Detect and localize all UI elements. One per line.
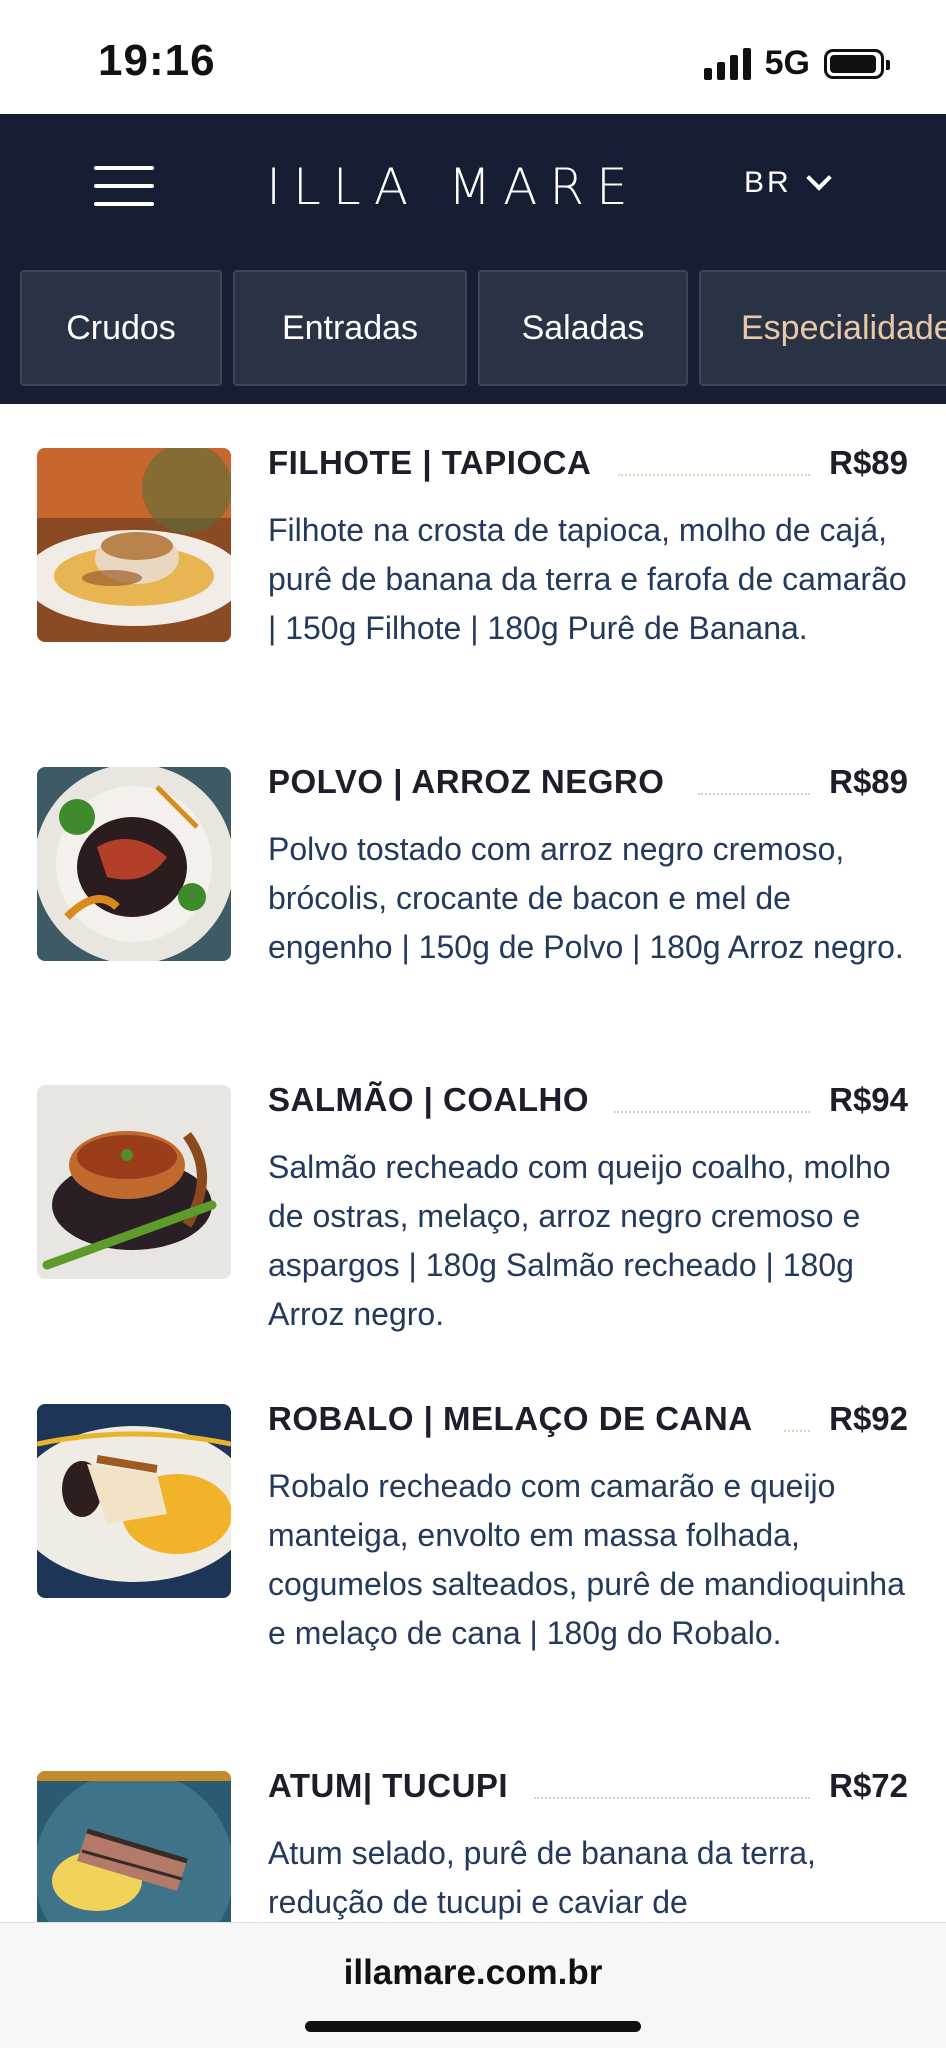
dish-price: R$89: [829, 444, 908, 481]
dish-name: POLVO | ARROZ NEGRO: [268, 763, 665, 800]
leader-dots: [698, 793, 810, 795]
browser-url-bar[interactable]: illamare.com.br: [0, 1922, 946, 2048]
dish-description: Polvo tostado com arroz negro cremoso, b…: [268, 831, 904, 965]
leader-dots: [534, 1797, 810, 1799]
dish-price: R$94: [829, 1081, 908, 1118]
battery-icon: [824, 48, 890, 79]
signal-icon: [703, 47, 751, 80]
status-indicators: 5G: [703, 44, 890, 83]
leader-dots: [614, 1111, 810, 1113]
tab-entradas[interactable]: Entradas: [233, 270, 467, 386]
dish-image: [37, 767, 231, 961]
language-label: BR: [744, 166, 792, 199]
chevron-down-icon: [805, 165, 832, 191]
leader-dots: [618, 474, 810, 476]
site-header: ILLA MARE BR: [0, 114, 946, 264]
tab-especialidades[interactable]: Especialidades: [699, 270, 946, 386]
dish-name: ATUM| TUCUPI: [268, 1767, 509, 1804]
tab-crudos[interactable]: Crudos: [20, 270, 222, 386]
network-label: 5G: [764, 44, 810, 82]
language-selector[interactable]: BR: [744, 165, 832, 200]
home-indicator[interactable]: [305, 2021, 641, 2032]
category-tabs[interactable]: Crudos Entradas Saladas Especialidades: [0, 264, 946, 404]
dish-name: ROBALO | MELAÇO DE CANA: [268, 1400, 753, 1437]
dish-price: R$92: [829, 1400, 908, 1437]
url-text[interactable]: illamare.com.br: [0, 1953, 946, 1993]
dish-name: SALMÃO | COALHO: [268, 1081, 590, 1118]
tab-saladas[interactable]: Saladas: [478, 270, 688, 386]
brand-logo-text: ILLA MARE: [266, 158, 640, 216]
dish-description: Filhote na crosta de tapioca, molho de c…: [268, 512, 907, 646]
dish-image: [37, 1085, 231, 1279]
dish-description: Atum selado, purê de banana da terra, re…: [268, 1835, 816, 1920]
dish-description: Robalo recheado com camarão e queijo man…: [268, 1468, 905, 1651]
dish-name: FILHOTE | TAPIOCA: [268, 444, 592, 481]
dish-price: R$72: [829, 1767, 908, 1804]
status-time: 19:16: [98, 36, 216, 85]
dish-description: Salmão recheado com queijo coalho, molho…: [268, 1149, 891, 1332]
dish-price: R$89: [829, 763, 908, 800]
leader-dots: [784, 1430, 810, 1432]
dish-image: [37, 1404, 231, 1598]
dish-image: [37, 448, 231, 642]
status-bar: 19:16 5G: [0, 0, 946, 114]
